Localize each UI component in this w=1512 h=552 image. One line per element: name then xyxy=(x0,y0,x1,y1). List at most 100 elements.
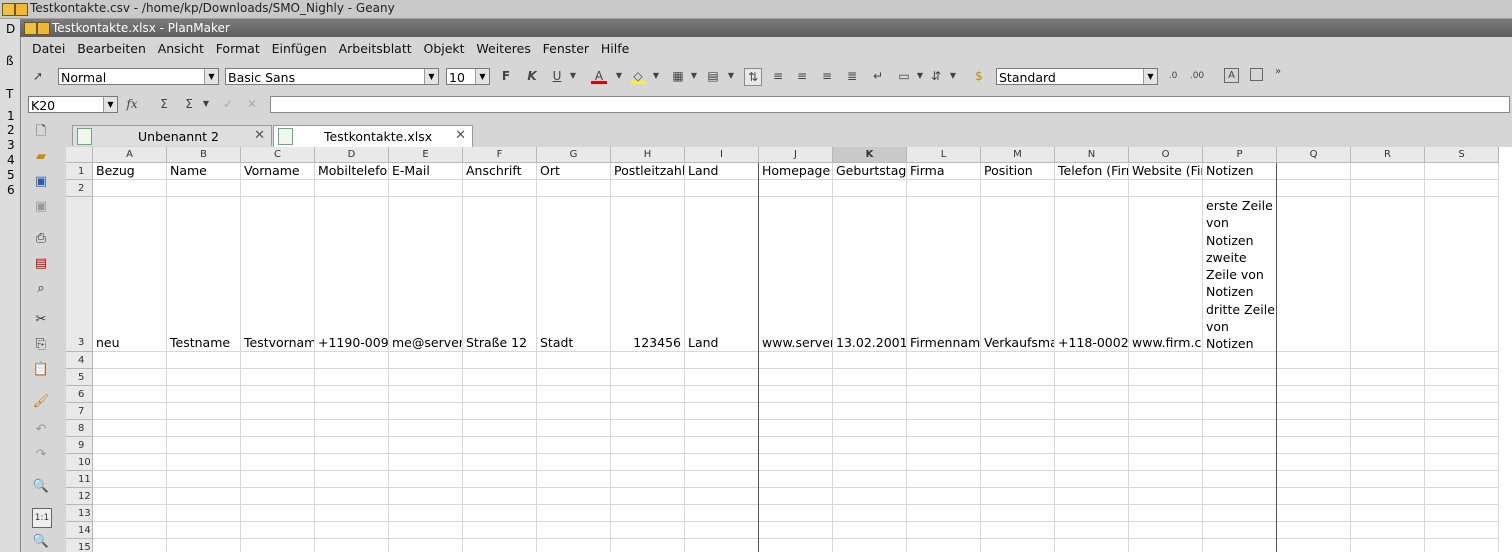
cell-i2[interactable] xyxy=(685,180,759,197)
chevron-down-icon[interactable]: ▼ xyxy=(912,68,928,84)
row-header[interactable]: 9 xyxy=(66,437,93,454)
cell-s4[interactable] xyxy=(1425,352,1499,369)
cell-f3[interactable]: Straße 12 xyxy=(463,197,537,352)
cell-r3[interactable] xyxy=(1351,197,1425,352)
cell-h15[interactable] xyxy=(611,539,685,552)
cell-b14[interactable] xyxy=(167,522,241,539)
cell-c15[interactable] xyxy=(241,539,315,552)
sum-icon[interactable]: Σ xyxy=(156,96,172,112)
cell-g9[interactable] xyxy=(537,437,611,454)
cell-s3[interactable] xyxy=(1425,197,1499,352)
cell-o14[interactable] xyxy=(1129,522,1203,539)
cell-f14[interactable] xyxy=(463,522,537,539)
cell-e6[interactable] xyxy=(389,386,463,403)
chevron-down-icon[interactable]: ▼ xyxy=(686,68,702,84)
row-header[interactable]: 6 xyxy=(66,386,93,403)
cell-b5[interactable] xyxy=(167,369,241,386)
cell-n14[interactable] xyxy=(1055,522,1129,539)
cell-i3[interactable]: Land xyxy=(685,197,759,352)
cell-p7[interactable] xyxy=(1203,403,1277,420)
column-header-k[interactable]: K xyxy=(833,147,907,163)
cell-d5[interactable] xyxy=(315,369,389,386)
cell-m14[interactable] xyxy=(981,522,1055,539)
cell-g10[interactable] xyxy=(537,454,611,471)
cell-d15[interactable] xyxy=(315,539,389,552)
cell-m8[interactable] xyxy=(981,420,1055,437)
cell-s13[interactable] xyxy=(1425,505,1499,522)
window-button-icon[interactable] xyxy=(37,22,50,35)
cell-e13[interactable] xyxy=(389,505,463,522)
cell-f12[interactable] xyxy=(463,488,537,505)
cell-h1[interactable]: Postleitzahl xyxy=(611,163,685,180)
increase-decimal-icon[interactable]: .00 xyxy=(1189,68,1205,84)
cell-a13[interactable] xyxy=(93,505,167,522)
cell-j6[interactable] xyxy=(759,386,833,403)
cell-o13[interactable] xyxy=(1129,505,1203,522)
menu-arbeitsblatt[interactable]: Arbeitsblatt xyxy=(335,39,416,56)
cell-q12[interactable] xyxy=(1277,488,1351,505)
font-color-button[interactable]: A xyxy=(591,68,607,84)
cell-k12[interactable] xyxy=(833,488,907,505)
cell-l2[interactable] xyxy=(907,180,981,197)
rectangle-icon[interactable] xyxy=(1250,68,1263,81)
cell-l5[interactable] xyxy=(907,369,981,386)
row-header[interactable]: 1 xyxy=(66,163,93,180)
cell-s2[interactable] xyxy=(1425,180,1499,197)
chevron-down-icon[interactable]: ▼ xyxy=(198,96,214,112)
cell-a1[interactable]: Bezug xyxy=(93,163,167,180)
cell-q13[interactable] xyxy=(1277,505,1351,522)
cell-n7[interactable] xyxy=(1055,403,1129,420)
cell-a10[interactable] xyxy=(93,454,167,471)
cell-k9[interactable] xyxy=(833,437,907,454)
cell-c12[interactable] xyxy=(241,488,315,505)
cell-d6[interactable] xyxy=(315,386,389,403)
cell-j7[interactable] xyxy=(759,403,833,420)
cell-a7[interactable] xyxy=(93,403,167,420)
cell-d3[interactable]: +1190-009-0 xyxy=(315,197,389,352)
cell-s9[interactable] xyxy=(1425,437,1499,454)
cell-n1[interactable]: Telefon (Firr xyxy=(1055,163,1129,180)
cell-c3[interactable]: Testvorname xyxy=(241,197,315,352)
cell-i15[interactable] xyxy=(685,539,759,552)
cell-r14[interactable] xyxy=(1351,522,1425,539)
cell-f1[interactable]: Anschrift xyxy=(463,163,537,180)
cell-j8[interactable] xyxy=(759,420,833,437)
cell-p2[interactable] xyxy=(1203,180,1277,197)
cell-h8[interactable] xyxy=(611,420,685,437)
zoom-100-icon[interactable]: 1:1 xyxy=(32,508,52,528)
cell-j12[interactable] xyxy=(759,488,833,505)
column-header-s[interactable]: S xyxy=(1425,147,1499,163)
cell-h14[interactable] xyxy=(611,522,685,539)
cell-q4[interactable] xyxy=(1277,352,1351,369)
cell-l13[interactable] xyxy=(907,505,981,522)
cell-r11[interactable] xyxy=(1351,471,1425,488)
cell-a5[interactable] xyxy=(93,369,167,386)
cell-e4[interactable] xyxy=(389,352,463,369)
cell-a8[interactable] xyxy=(93,420,167,437)
font-select[interactable]: Basic Sans ▼ xyxy=(225,68,439,85)
cell-b3[interactable]: Testname xyxy=(167,197,241,352)
window-button-icon[interactable] xyxy=(15,3,28,16)
cell-d7[interactable] xyxy=(315,403,389,420)
column-header-r[interactable]: R xyxy=(1351,147,1425,163)
more-icon[interactable]: » xyxy=(1270,64,1286,80)
cell-p9[interactable] xyxy=(1203,437,1277,454)
cell-g13[interactable] xyxy=(537,505,611,522)
row-header[interactable]: 12 xyxy=(66,488,93,505)
cell-r6[interactable] xyxy=(1351,386,1425,403)
cell-k2[interactable] xyxy=(833,180,907,197)
cell-l14[interactable] xyxy=(907,522,981,539)
cell-d14[interactable] xyxy=(315,522,389,539)
cell-d2[interactable] xyxy=(315,180,389,197)
chevron-down-icon[interactable]: ▼ xyxy=(424,69,438,84)
cell-l3[interactable]: Firmenname xyxy=(907,197,981,352)
row-header[interactable]: 13 xyxy=(66,505,93,522)
cell-j2[interactable] xyxy=(759,180,833,197)
cell-d10[interactable] xyxy=(315,454,389,471)
paste-icon[interactable]: 📋 xyxy=(32,361,50,379)
cell-b10[interactable] xyxy=(167,454,241,471)
new-document-icon[interactable]: 🗋 xyxy=(32,123,50,141)
cell-m4[interactable] xyxy=(981,352,1055,369)
cell-m15[interactable] xyxy=(981,539,1055,552)
cell-q2[interactable] xyxy=(1277,180,1351,197)
